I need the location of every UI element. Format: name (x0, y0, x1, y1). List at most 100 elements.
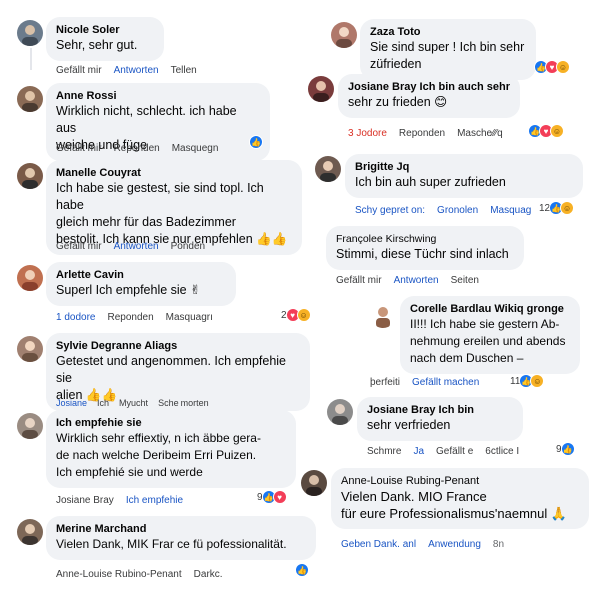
action-link[interactable]: þerfeiti (370, 376, 400, 390)
reply-button[interactable]: Reponden (399, 127, 445, 141)
comment-author[interactable]: Ich empfehie sie (56, 416, 286, 430)
comment-bubble: Ich empfehie sie Wirklich sehr effiextiy… (46, 410, 296, 488)
like-button[interactable]: Gefällt mir (56, 142, 102, 156)
mention-link[interactable]: Anne-Louise Rubino-Penant (56, 568, 182, 582)
avatar[interactable] (308, 76, 334, 102)
haha-reaction-icon: ☺ (556, 60, 570, 74)
hide-button[interactable]: Masquegn (172, 142, 219, 156)
action-link[interactable]: Geben Dank. anl (341, 538, 416, 552)
comment-actions: þerfeiti Gefällt machen (370, 376, 479, 390)
comment-actions: Gefällt mir Antworten Ponden (56, 240, 205, 254)
reply-button[interactable]: Gronolen (437, 204, 478, 218)
action-link[interactable]: morten (181, 396, 209, 410)
like-button[interactable]: Gefällt mir (56, 240, 102, 254)
hide-button[interactable]: Masquagrı (166, 311, 213, 325)
reply-button[interactable]: Antworten (394, 274, 439, 288)
avatar[interactable] (17, 265, 43, 291)
comment-actions: Schmre Ja Gefällt e 6ctlice I (367, 445, 519, 459)
like-button[interactable]: Gefällt machen (412, 376, 479, 390)
avatar[interactable] (301, 470, 327, 496)
comment-author[interactable]: Françolee Kirschwing (336, 232, 514, 246)
comment-actions: Gefällt mir Antworten Tellen (56, 64, 197, 78)
comment-text: Sie sind super ! Ich bin sehr züfrieden (370, 40, 525, 71)
reply-button[interactable]: Antworten (114, 240, 159, 254)
like-button[interactable]: Gefällt mir (56, 64, 102, 78)
comment-author[interactable]: Arlette Cavin (56, 268, 226, 282)
comment-author[interactable]: Josiane Bray Ich bin (367, 403, 513, 417)
mention-link[interactable]: Josiane Bray (56, 494, 114, 508)
haha-reaction-icon: ☺ (530, 374, 545, 388)
like-button[interactable]: Gefällt e (436, 445, 473, 459)
comment-actions: Gefällt mir Antworten Seiten (336, 274, 479, 288)
reaction-summary[interactable]: 12 👍 ☺ (539, 201, 575, 215)
action-link[interactable]: Schmre (367, 445, 401, 459)
comment-author[interactable]: Zaza Toto (370, 25, 526, 39)
comment-actions: Schy gepret on: Gronolen Masquag (355, 204, 531, 218)
reaction-count-link[interactable]: 1 dodore (56, 311, 95, 325)
avatar[interactable] (331, 22, 357, 48)
comment-author[interactable]: Merine Marchand (56, 522, 306, 536)
comment-actions: Gefällt mir Reponden Masquegn (56, 142, 218, 156)
comment-text: Ich bin auh super zufrieden (355, 175, 506, 189)
comment-author[interactable]: Corelle Bardlau Wikiq gronge (410, 302, 570, 316)
comment-author[interactable]: Nicole Soler (56, 23, 154, 37)
comment-author[interactable]: Sylvie Degranne Aliags (56, 339, 300, 353)
reply-button[interactable]: Antworten (114, 64, 159, 78)
action-link[interactable]: Seiten (451, 274, 479, 288)
comment-text: Wirklich sehr effiextiy, n ich äbbe gera… (56, 431, 261, 479)
comment-text: Stimmi, diese Tüchr sind inlach (336, 247, 509, 261)
reaction-summary[interactable]: 11 👍 ☺ (510, 374, 545, 388)
comment-author[interactable]: Josiane Bray Ich bin auch sehr (348, 80, 510, 94)
reaction-summary[interactable]: 👍 (295, 563, 309, 577)
reaction-summary[interactable]: 👍 ♥ ☺ (534, 60, 570, 74)
hide-button[interactable]: Masquag (490, 204, 531, 218)
share-button[interactable]: Tellen (171, 64, 197, 78)
hide-button[interactable]: Masche⁄∕∕q (457, 127, 503, 141)
avatar[interactable] (327, 399, 353, 425)
comment-actions: Anne-Louise Rubino-Penant Darkc. (56, 568, 223, 582)
avatar[interactable] (17, 20, 43, 46)
action-link[interactable]: Anwendung (428, 538, 481, 552)
reaction-summary[interactable]: 👍 (249, 135, 263, 149)
avatar[interactable] (370, 302, 396, 328)
mention-link[interactable]: Josiane (56, 396, 87, 410)
comment-author[interactable]: Manelle Couyrat (56, 166, 292, 180)
comment-text: Vielen Dank. MIO France für eure Profess… (341, 489, 568, 521)
reply-button[interactable]: Ponden (171, 240, 205, 254)
action-link[interactable]: 6ctlice I (485, 445, 519, 459)
comment-actions: Josiane Bray Ich empfehie (56, 494, 183, 508)
comment-text: Sehr, sehr gut. (56, 38, 138, 52)
like-button[interactable]: Gefällt mir (336, 274, 382, 288)
comment-author[interactable]: Anne Rossi (56, 89, 260, 103)
reaction-count-link[interactable]: 3 Jodore (348, 127, 387, 141)
action-link[interactable]: Ich (97, 396, 109, 410)
avatar[interactable] (17, 336, 43, 362)
action-link[interactable]: Schy gepret on: (355, 204, 425, 218)
haha-reaction-icon: ☺ (296, 308, 311, 322)
comment-actions: Josiane Ich Myucht Sche morten (56, 396, 209, 410)
reply-button[interactable]: Reponden (114, 142, 160, 156)
avatar[interactable] (17, 163, 43, 189)
avatar[interactable] (17, 519, 43, 545)
avatar[interactable] (17, 413, 43, 439)
comment-text: II!!! Ich habe sie gestern Ab- nehmung e… (410, 317, 566, 365)
reaction-summary[interactable]: 👍 ♥ ☺ (528, 124, 564, 138)
comment-author[interactable]: Anne-Louise Rubing-Penant (341, 474, 579, 488)
reaction-summary[interactable]: 2 ♥ ☺ (281, 308, 311, 322)
reply-button[interactable]: Reponden (107, 311, 153, 325)
avatar[interactable] (17, 86, 43, 112)
avatar[interactable] (315, 156, 341, 182)
comment-bubble: Josiane Bray Ich bin sehr verfrieden (357, 397, 523, 441)
like-reaction-icon: 👍 (249, 135, 263, 149)
comment-author[interactable]: Brigitte Jq (355, 160, 573, 174)
comment-bubble: Arlette Cavin Superl Ich empfehle sie ✌ (46, 262, 236, 306)
reply-button[interactable]: Ja (413, 445, 424, 459)
reaction-summary[interactable]: 9 👍 (556, 442, 575, 456)
comment-bubble: Brigitte Jq Ich bin auh super zufrieden (345, 154, 583, 198)
action-link[interactable]: Myucht (119, 396, 148, 410)
action-link[interactable]: Ich empfehie (126, 494, 183, 508)
action-link[interactable]: Sche (158, 396, 179, 410)
comment-actions: Geben Dank. anl Anwendung 8n (341, 538, 504, 552)
reaction-summary[interactable]: 9 👍 ♥ (257, 490, 287, 504)
action-link[interactable]: Darkc. (194, 568, 223, 582)
